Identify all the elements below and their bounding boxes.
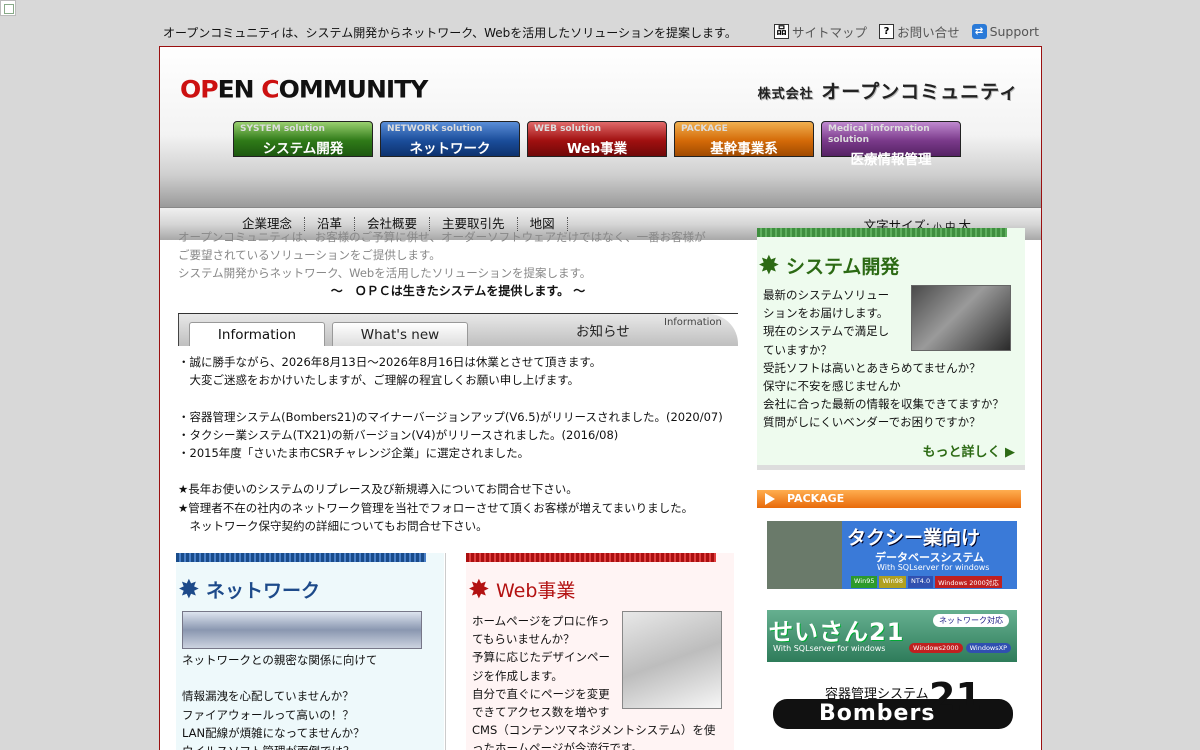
question-icon: ? [879,24,895,39]
broken-image-icon [0,0,16,16]
web-text: ホームページをプロに作っ てもらいませんか？ 予算に応じたデザインペー ジを作成… [472,614,716,750]
top-links: 品 サイトマップ ? お問い合せ ⇄ Support [774,22,1039,41]
sitemap-link[interactable]: 品 サイトマップ [774,22,867,41]
system-box-bottom [757,465,1025,470]
page-container: OPEN COMMUNITY 株式会社 オープンコミュニティ SYSTEM so… [159,46,1042,750]
news-tabs: Information What's new お知らせ Information [178,313,738,346]
support-link[interactable]: ⇄ Support [971,24,1039,39]
network-title: ネットワーク [206,580,321,602]
intro-line-3: システム開発からネットワーク、Webを活用したソリューションを提案します。 [178,266,592,280]
tab-whats-new[interactable]: What's new [332,322,468,346]
seisan-banner-sub: With SQLserver for windows [773,644,886,653]
seisan-banner-title: せいさん21 [769,618,905,646]
business-meeting-photo [911,285,1011,351]
news-list: ・誠に勝手ながら、2026年8月13日～2026年8月16日は休業とさせて頂きま… [178,355,723,533]
web-box-top-bar [466,553,716,562]
package-box: PACKAGE タクシー業向け データベースシステム With SQLserve… [757,490,1021,750]
system-box-top-bar [757,228,1007,237]
bombers-banner-number: 21 [929,675,982,719]
contact-label: お問い合せ [897,25,960,40]
package-header: PACKAGE [757,490,1021,508]
support-icon: ⇄ [971,24,987,39]
system-box-heading: システム開発 [758,248,1025,284]
top-bar: オープンコミュニティは、システム開発からネットワーク、Webを活用したソリューシ… [163,22,1043,42]
network-text: ネットワークとの親密な関係に向けて 情報漏洩を心配していませんか？ ファイアウォ… [182,653,378,750]
nav-medical-button[interactable]: Medical information solution 医療情報管理 [821,121,961,168]
news-title-en: Information [664,317,722,328]
seisan21-banner[interactable]: せいさん21 With SQLserver for windows ネットワーク… [767,610,1017,662]
main-nav: SYSTEM solution システム開発 NETWORK solution … [233,121,961,168]
nav-network-button[interactable]: NETWORK solution ネットワーク [380,121,520,157]
intro-text: オープンコミュニティは、お客様のご予算に併せ、オーダーソフトウェアだけではなく、… [178,228,738,300]
sitemap-icon: 品 [774,24,790,39]
system-title: システム開発 [786,256,900,278]
network-box-top-bar [176,553,426,562]
taxi-banner-sub2: With SQLserver for windows [877,563,990,572]
contact-link[interactable]: ? お問い合せ [879,22,960,41]
nav-package-button[interactable]: PACKAGE 基幹事業系 [674,121,814,157]
network-cables-photo [182,611,422,649]
gear-icon [758,248,780,284]
web-box: Web事業 ホームページをプロに作っ てもらいませんか？ 予算に応じたデザインペ… [466,553,734,750]
tab-information[interactable]: Information [189,322,325,346]
network-heading: ネットワーク [178,572,444,608]
news-title: お知らせ [576,324,630,340]
network-box: ネットワーク ネットワークとの親密な関係に向けて 情報漏洩を心配していませんか？… [176,553,444,750]
nav-system-button[interactable]: SYSTEM solution システム開発 [233,121,373,157]
slogan: ～ ＯＰＣは生きたシステムを提供します。 ～ [330,284,586,298]
taxi-banner-tags: Win95 Win98 NT4.0 Windows 2000対応 [851,576,1002,588]
taxi-banner-title: タクシー業向け [847,527,981,549]
seisan-banner-tags: Windows2000 WindowsXP [909,643,1011,653]
company-name: 株式会社 オープンコミュニティ [757,81,1019,103]
support-label: Support [989,24,1039,39]
intro-line-1: オープンコミュニティは、お客様のご予算に併せ、オーダーソフトウェアだけではなく、… [178,230,706,244]
intro-line-2: ご要望されているソリューションをご提供します。 [178,248,441,262]
site-tagline: オープンコミュニティは、システム開発からネットワーク、Webを活用したソリューシ… [163,25,737,40]
web-title: Web事業 [496,580,576,602]
taxi-system-banner[interactable]: タクシー業向け データベースシステム With SQLserver for wi… [767,521,1017,589]
system-dev-box: システム開発 最新のシステムソリュー ションをお届けします。 現在のシステムで満… [757,228,1025,470]
bombers21-banner[interactable]: 容器管理システム Bombers 21 [767,675,1017,739]
column-divider [445,553,446,750]
web-heading: Web事業 [468,572,734,608]
sitemap-label: サイトマップ [792,25,868,40]
site-header: OPEN COMMUNITY 株式会社 オープンコミュニティ SYSTEM so… [160,47,1041,207]
site-logo[interactable]: OPEN COMMUNITY [180,76,428,104]
gear-icon [468,572,490,608]
seisan-banner-network: ネットワーク対応 [933,614,1009,627]
more-details-link[interactable]: もっと詳しく ▶ [922,441,1015,460]
gear-icon [178,572,200,608]
nav-web-button[interactable]: WEB solution Web事業 [527,121,667,157]
